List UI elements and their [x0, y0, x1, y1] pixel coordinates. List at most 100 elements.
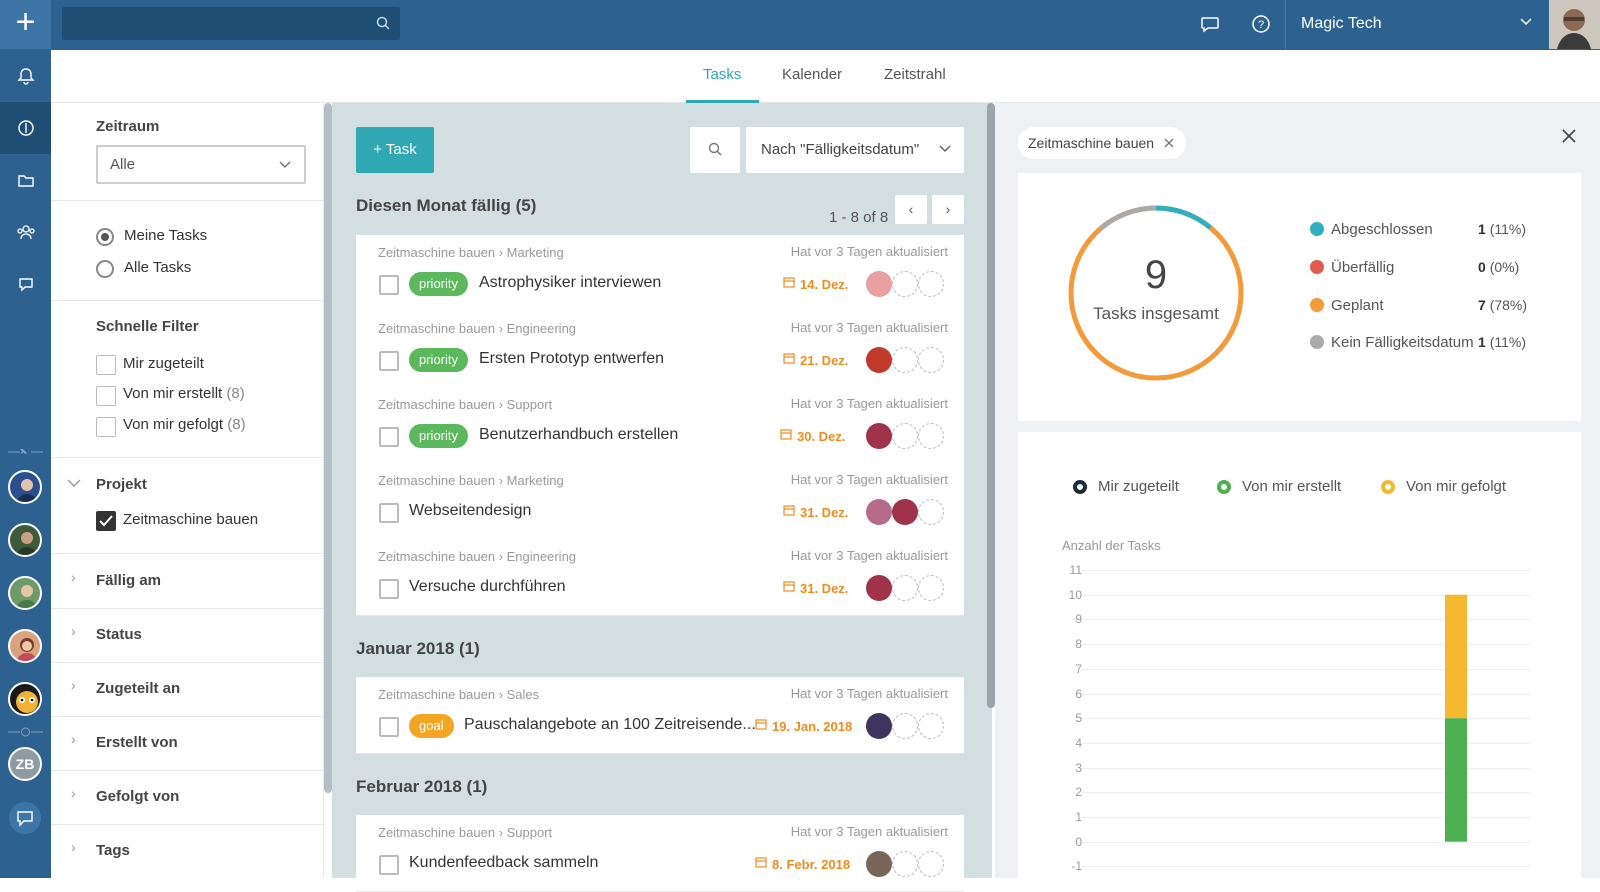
task-due-date[interactable]: 31. Dez.	[783, 505, 848, 520]
chevron-right-icon[interactable]: ›	[71, 677, 76, 693]
close-panel-icon[interactable]	[1562, 129, 1576, 143]
empty-assignee-slot[interactable]	[918, 347, 944, 373]
avatar[interactable]	[8, 523, 42, 557]
task-title[interactable]: Ersten Prototyp entwerfen	[479, 350, 664, 368]
assignee-avatar[interactable]	[866, 851, 892, 877]
assignee-avatar[interactable]	[866, 499, 892, 525]
user-avatar[interactable]	[1549, 0, 1600, 49]
assignee-avatar[interactable]	[866, 423, 892, 449]
task-breadcrumb[interactable]: Zeitmaschine bauen › Support	[378, 397, 552, 412]
assignee-avatar[interactable]	[866, 575, 892, 601]
close-icon[interactable]	[1164, 138, 1174, 148]
assignee-avatar[interactable]	[892, 499, 918, 525]
task-scrollbar[interactable]	[987, 103, 995, 708]
assignee-avatar[interactable]	[866, 347, 892, 373]
task-checkbox[interactable]	[379, 427, 399, 447]
task-tag[interactable]: priority	[409, 424, 469, 448]
radio-alle-tasks[interactable]	[96, 260, 114, 278]
zeitraum-select[interactable]: Alle	[96, 145, 306, 184]
chevron-right-icon[interactable]: ›	[71, 785, 76, 801]
empty-assignee-slot[interactable]	[918, 851, 944, 877]
chevron-right-icon[interactable]: ›	[71, 839, 76, 855]
add-task-button[interactable]: + Task	[356, 127, 434, 173]
task-title[interactable]: Pauschalangebote an 100 Zeitreisende...	[464, 716, 756, 734]
assignee-avatar[interactable]	[866, 713, 892, 739]
task-checkbox[interactable]	[379, 503, 399, 523]
prev-page-button[interactable]: ‹	[895, 195, 927, 224]
empty-assignee-slot[interactable]	[892, 713, 918, 739]
section-faellig-am[interactable]: Fällig am	[96, 572, 161, 589]
chevron-down-icon[interactable]	[67, 478, 81, 488]
section-tags[interactable]: Tags	[96, 842, 130, 859]
task-due-date[interactable]: 8. Febr. 2018	[755, 857, 850, 872]
task-card[interactable]: Zeitmaschine bauen › Marketing Hat vor 3…	[356, 235, 964, 312]
task-card[interactable]: Zeitmaschine bauen › Engineering Hat vor…	[356, 539, 964, 616]
empty-assignee-slot[interactable]	[892, 851, 918, 877]
tab-tasks[interactable]: Tasks	[703, 66, 741, 83]
avatar[interactable]	[8, 629, 42, 663]
avatar[interactable]	[8, 576, 42, 610]
task-breadcrumb[interactable]: Zeitmaschine bauen › Marketing	[378, 245, 564, 260]
task-checkbox[interactable]	[379, 275, 399, 295]
task-card[interactable]: Zeitmaschine bauen › Marketing Hat vor 3…	[356, 463, 964, 540]
project-chip[interactable]: Zeitmaschine bauen	[1018, 127, 1186, 159]
task-title[interactable]: Benutzerhandbuch erstellen	[479, 426, 678, 444]
task-due-date[interactable]: 30. Dez.	[780, 429, 845, 444]
task-tag[interactable]: goal	[409, 714, 454, 738]
empty-assignee-slot[interactable]	[892, 347, 918, 373]
bell-icon[interactable]	[0, 50, 51, 102]
tab-kalender[interactable]: Kalender	[782, 66, 842, 83]
empty-assignee-slot[interactable]	[918, 499, 944, 525]
task-due-date[interactable]: 21. Dez.	[783, 353, 848, 368]
assignee-avatar[interactable]	[866, 271, 892, 297]
task-checkbox[interactable]	[379, 717, 399, 737]
chevron-right-icon[interactable]: ›	[71, 623, 76, 639]
filter-scrollbar[interactable]	[324, 103, 332, 793]
task-checkbox[interactable]	[379, 855, 399, 875]
new-chat-icon[interactable]	[8, 801, 42, 835]
checkbox-von-mir-erstellt[interactable]	[96, 386, 116, 406]
radio-meine-tasks[interactable]	[96, 228, 114, 246]
task-title[interactable]: Astrophysiker interviewen	[479, 274, 661, 292]
task-card[interactable]: Zeitmaschine bauen › Support Hat vor 3 T…	[356, 387, 964, 464]
chevron-right-icon[interactable]: ›	[71, 569, 76, 585]
org-selector[interactable]: Magic Tech	[1285, 0, 1549, 49]
empty-assignee-slot[interactable]	[892, 271, 918, 297]
task-breadcrumb[interactable]: Zeitmaschine bauen › Sales	[378, 687, 539, 702]
sort-select[interactable]: Nach "Fälligkeitsdatum"	[746, 127, 964, 173]
next-page-button[interactable]: ›	[932, 195, 964, 224]
empty-assignee-slot[interactable]	[918, 271, 944, 297]
task-breadcrumb[interactable]: Zeitmaschine bauen › Support	[378, 825, 552, 840]
task-tag[interactable]: priority	[409, 348, 469, 372]
user-initials-avatar[interactable]: ZB	[8, 747, 42, 781]
task-due-date[interactable]: 19. Jan. 2018	[755, 719, 852, 734]
task-checkbox[interactable]	[379, 351, 399, 371]
empty-assignee-slot[interactable]	[892, 423, 918, 449]
plus-icon[interactable]: +	[0, 0, 51, 49]
projekt-label[interactable]: Projekt	[96, 476, 147, 493]
compass-icon[interactable]	[0, 102, 51, 154]
section-zugeteilt-an[interactable]: Zugeteilt an	[96, 680, 180, 697]
task-checkbox[interactable]	[379, 579, 399, 599]
task-due-date[interactable]: 14. Dez.	[783, 277, 848, 292]
folder-icon[interactable]	[0, 154, 51, 206]
checkbox-mir-zugeteilt[interactable]	[96, 355, 116, 375]
task-search-button[interactable]	[690, 127, 740, 173]
empty-assignee-slot[interactable]	[918, 575, 944, 601]
task-card[interactable]: Zeitmaschine bauen › Sales Hat vor 3 Tag…	[356, 677, 964, 754]
task-card[interactable]: Zeitmaschine bauen › Support Hat vor 3 T…	[356, 815, 964, 892]
task-title[interactable]: Webseitendesign	[409, 502, 531, 520]
empty-assignee-slot[interactable]	[892, 575, 918, 601]
chevron-right-icon[interactable]: ›	[71, 731, 76, 747]
chat-icon[interactable]	[1199, 13, 1221, 35]
chat-bubble-icon[interactable]	[0, 258, 51, 310]
search-input[interactable]	[62, 7, 400, 40]
empty-assignee-slot[interactable]	[918, 713, 944, 739]
section-status[interactable]: Status	[96, 626, 142, 643]
team-icon[interactable]	[0, 206, 51, 258]
help-icon[interactable]: ?	[1250, 13, 1272, 35]
section-gefolgt-von[interactable]: Gefolgt von	[96, 788, 179, 805]
checkbox-von-mir-gefolgt[interactable]	[96, 417, 116, 437]
section-erstellt-von[interactable]: Erstellt von	[96, 734, 178, 751]
task-due-date[interactable]: 31. Dez.	[783, 581, 848, 596]
